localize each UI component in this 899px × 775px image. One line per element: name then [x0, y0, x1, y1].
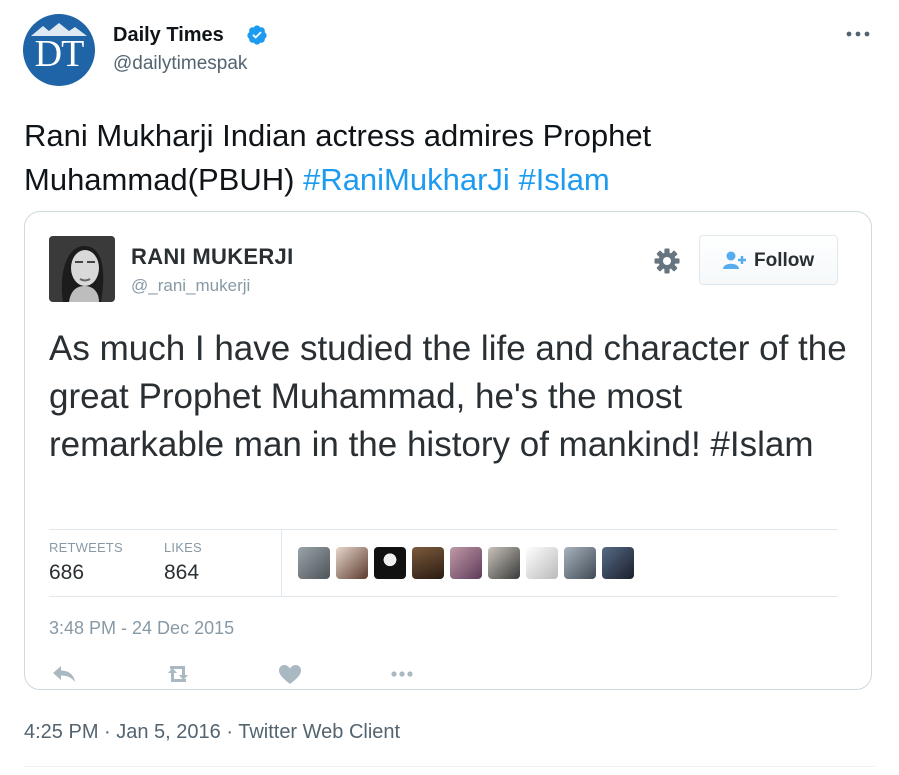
- follow-button[interactable]: Follow: [699, 235, 838, 285]
- hashtag-link[interactable]: #Islam: [518, 162, 609, 197]
- retweet-icon[interactable]: [164, 662, 192, 686]
- liker-avatar[interactable]: [526, 547, 558, 579]
- hashtag-link[interactable]: #RaniMukharJi: [303, 162, 510, 197]
- quoted-display-name[interactable]: RANI MUKERJI: [131, 243, 294, 271]
- tweet-text: Rani Mukharji Indian actress admires Pro…: [24, 114, 864, 202]
- verified-badge-icon: [247, 25, 267, 45]
- liker-avatar[interactable]: [564, 547, 596, 579]
- portrait-photo: [49, 236, 115, 302]
- liker-avatar[interactable]: [336, 547, 368, 579]
- reply-icon[interactable]: [50, 662, 78, 686]
- quoted-tweet-text: As much I have studied the life and char…: [49, 329, 847, 464]
- quoted-handle[interactable]: @_rani_mukerji: [131, 274, 250, 298]
- divider: [49, 529, 838, 530]
- likers-avatars: [298, 547, 634, 579]
- liker-avatar[interactable]: [450, 547, 482, 579]
- liker-avatar[interactable]: [298, 547, 330, 579]
- author-handle[interactable]: @dailytimespak: [113, 51, 247, 77]
- heart-icon[interactable]: [276, 662, 304, 686]
- divider: [281, 530, 282, 596]
- divider: [24, 766, 875, 767]
- more-horizontal-icon[interactable]: [844, 24, 872, 44]
- follow-label: Follow: [754, 250, 815, 271]
- liker-avatar[interactable]: [412, 547, 444, 579]
- author-display-name[interactable]: Daily Times: [113, 22, 224, 48]
- avatar-logo-text: DT: [34, 33, 85, 75]
- liker-avatar[interactable]: [488, 547, 520, 579]
- tweet-meta[interactable]: 4:25 PM · Jan 5, 2016 · Twitter Web Clie…: [24, 719, 400, 745]
- quoted-timestamp[interactable]: 3:48 PM - 24 Dec 2015: [49, 616, 234, 640]
- retweets-label: RETWEETS: [49, 540, 123, 555]
- likes-count[interactable]: 864: [164, 560, 199, 586]
- liker-avatar[interactable]: [602, 547, 634, 579]
- gear-icon[interactable]: [652, 246, 682, 276]
- more-dots-icon[interactable]: [388, 662, 416, 686]
- author-avatar[interactable]: DT: [23, 14, 95, 86]
- divider: [49, 596, 838, 597]
- add-user-icon: [723, 251, 746, 269]
- liker-avatar[interactable]: [374, 547, 406, 579]
- likes-label: LIKES: [164, 540, 202, 555]
- quoted-author-avatar[interactable]: [49, 236, 115, 302]
- retweets-count[interactable]: 686: [49, 560, 84, 586]
